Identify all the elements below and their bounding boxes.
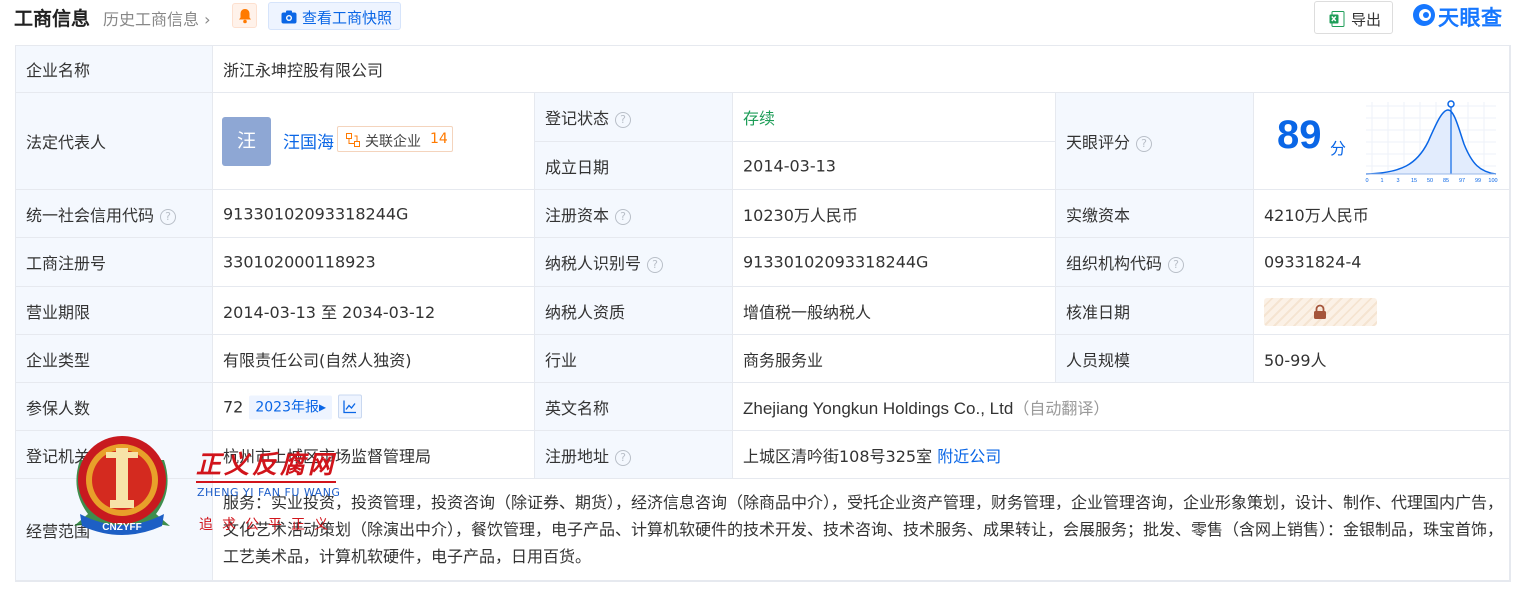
label-credit-code: 统一社会信用代码?	[16, 190, 213, 238]
tick-5: 85	[1443, 178, 1449, 184]
value-found-date: 2014-03-13	[733, 142, 1056, 190]
value-english-name: Zhejiang Yongkun Holdings Co., Ltd（自动翻译）	[733, 383, 1510, 431]
tick-2: 3	[1396, 178, 1399, 184]
value-tianyan-score[interactable]: 89 分 0 1 3 15 50 85 97 99 100	[1254, 93, 1510, 190]
tick-7: 99	[1475, 178, 1481, 184]
brand-logo[interactable]: 天眼查	[1412, 1, 1512, 31]
tick-8: 100	[1488, 178, 1497, 184]
label-tianyan-score: 天眼评分?	[1056, 93, 1254, 190]
label-org-code: 组织机构代码?	[1056, 238, 1254, 287]
value-term: 2014-03-13 至 2034-03-12	[213, 287, 535, 335]
label-company-type: 企业类型	[16, 335, 213, 383]
value-reg-address: 上城区清吟街108号325室 附近公司	[733, 431, 1510, 479]
value-reg-status: 存续	[733, 93, 1056, 142]
label-insured: 参保人数	[16, 383, 213, 431]
tick-3: 15	[1411, 178, 1417, 184]
help-icon[interactable]: ?	[1168, 257, 1185, 273]
label-reg-no: 工商注册号	[16, 238, 213, 287]
tianyancha-logo-icon	[1413, 4, 1435, 26]
help-icon[interactable]: ?	[160, 208, 177, 225]
label-english-name: 英文名称	[535, 383, 733, 431]
anti-corruption-seal-icon: CNZYFF	[74, 436, 170, 535]
label-found-date: 成立日期	[535, 142, 733, 190]
score-distribution-chart: 0 1 3 15 50 85 97 99 100	[1365, 100, 1498, 184]
value-company-type: 有限责任公司(自然人独资)	[213, 335, 535, 383]
value-industry: 商务服务业	[733, 335, 1056, 383]
value-company-name: 浙江永坤控股有限公司	[213, 46, 1510, 93]
tick-4: 50	[1427, 178, 1433, 184]
brand-name: 天眼查	[1438, 6, 1503, 30]
value-business-scope: 服务：实业投资，投资管理，投资咨询（除证券、期货），经济信息咨询（除商品中介），…	[213, 479, 1510, 581]
related-companies-badge[interactable]: 关联企业 14	[337, 126, 453, 152]
value-insured: 72 2023年报▸	[213, 383, 535, 431]
watermark-slogan: 追求公平正义	[199, 517, 337, 533]
label-legal-rep: 法定代表人	[16, 93, 213, 190]
export-button[interactable]: 导出	[1314, 1, 1393, 34]
label-industry: 行业	[535, 335, 733, 383]
history-link[interactable]: 历史工商信息 ›	[103, 6, 211, 30]
watermark: CNZYFF 正义反腐网 ZHENG YI FAN FU WANG 追求公平正义	[66, 430, 346, 540]
help-icon[interactable]: ?	[615, 208, 632, 225]
annual-report-dropdown[interactable]: 2023年报▸	[249, 395, 333, 419]
section-title: 工商信息	[14, 8, 91, 30]
excel-icon	[1329, 11, 1345, 27]
value-approve-date	[1254, 287, 1510, 335]
value-reg-capital: 10230万人民币	[733, 190, 1056, 238]
value-org-code: 09331824-4	[1254, 238, 1510, 287]
value-staff-size: 50-99人	[1254, 335, 1510, 383]
export-button-label: 导出	[1351, 11, 1382, 29]
label-company-name: 企业名称	[16, 46, 213, 93]
seal-text: CNZYFF	[102, 522, 141, 533]
business-scope-text: 服务：实业投资，投资管理，投资咨询（除证券、期货），经济信息咨询（除商品中介），…	[223, 493, 1504, 566]
value-reg-no: 330102000118923	[213, 238, 535, 287]
related-label: 关联企业	[365, 134, 421, 150]
auto-translate-note: （自动翻译）	[1013, 398, 1110, 418]
score-unit: 分	[1330, 139, 1347, 158]
label-staff-size: 人员规模	[1056, 335, 1254, 383]
locked-value[interactable]	[1264, 298, 1377, 326]
label-reg-capital: 注册资本?	[535, 190, 733, 238]
value-taxpayer-id: 91330102093318244G	[733, 238, 1056, 287]
value-credit-code: 91330102093318244G	[213, 190, 535, 238]
snapshot-button-label: 查看工商快照	[302, 9, 393, 27]
avatar[interactable]: 汪	[222, 117, 271, 166]
label-reg-status: 登记状态?	[535, 93, 733, 142]
tick-6: 97	[1459, 178, 1465, 184]
watermark-divider	[196, 481, 336, 483]
legal-rep-name-link[interactable]: 汪国海	[283, 128, 334, 153]
camera-icon	[281, 10, 297, 24]
related-count: 14	[430, 131, 448, 147]
help-icon[interactable]: ?	[615, 112, 632, 128]
help-icon[interactable]: ?	[647, 257, 664, 273]
label-paid-capital: 实缴资本	[1056, 190, 1254, 238]
help-icon[interactable]: ?	[615, 449, 632, 466]
trend-chart-button[interactable]	[338, 394, 363, 418]
nearby-companies-link[interactable]: 附近公司	[937, 447, 1001, 466]
snapshot-button[interactable]: 查看工商快照	[268, 2, 401, 30]
section-header: 工商信息 历史工商信息 › 查看工商快照 导出 天眼查	[0, 0, 1528, 36]
line-chart-icon	[343, 400, 357, 413]
tick-1: 1	[1380, 178, 1383, 184]
score-number: 89	[1277, 113, 1322, 157]
value-legal-rep: 汪 汪国海 关联企业 14	[213, 93, 535, 190]
bell-button[interactable]	[232, 3, 257, 28]
watermark-pinyin: ZHENG YI FAN FU WANG	[197, 486, 341, 499]
tick-0: 0	[1365, 178, 1368, 184]
label-taxpayer-id: 纳税人识别号?	[535, 238, 733, 287]
value-taxpayer-qual: 增值税一般纳税人	[733, 287, 1056, 335]
bell-icon	[239, 9, 251, 24]
label-term: 营业期限	[16, 287, 213, 335]
network-icon	[346, 133, 360, 147]
help-icon[interactable]: ?	[1136, 136, 1153, 152]
lock-icon	[1314, 304, 1326, 319]
watermark-title: 正义反腐网	[196, 450, 337, 479]
value-paid-capital: 4210万人民币	[1254, 190, 1510, 238]
label-reg-address: 注册地址?	[535, 431, 733, 479]
label-approve-date: 核准日期	[1056, 287, 1254, 335]
label-taxpayer-qual: 纳税人资质	[535, 287, 733, 335]
